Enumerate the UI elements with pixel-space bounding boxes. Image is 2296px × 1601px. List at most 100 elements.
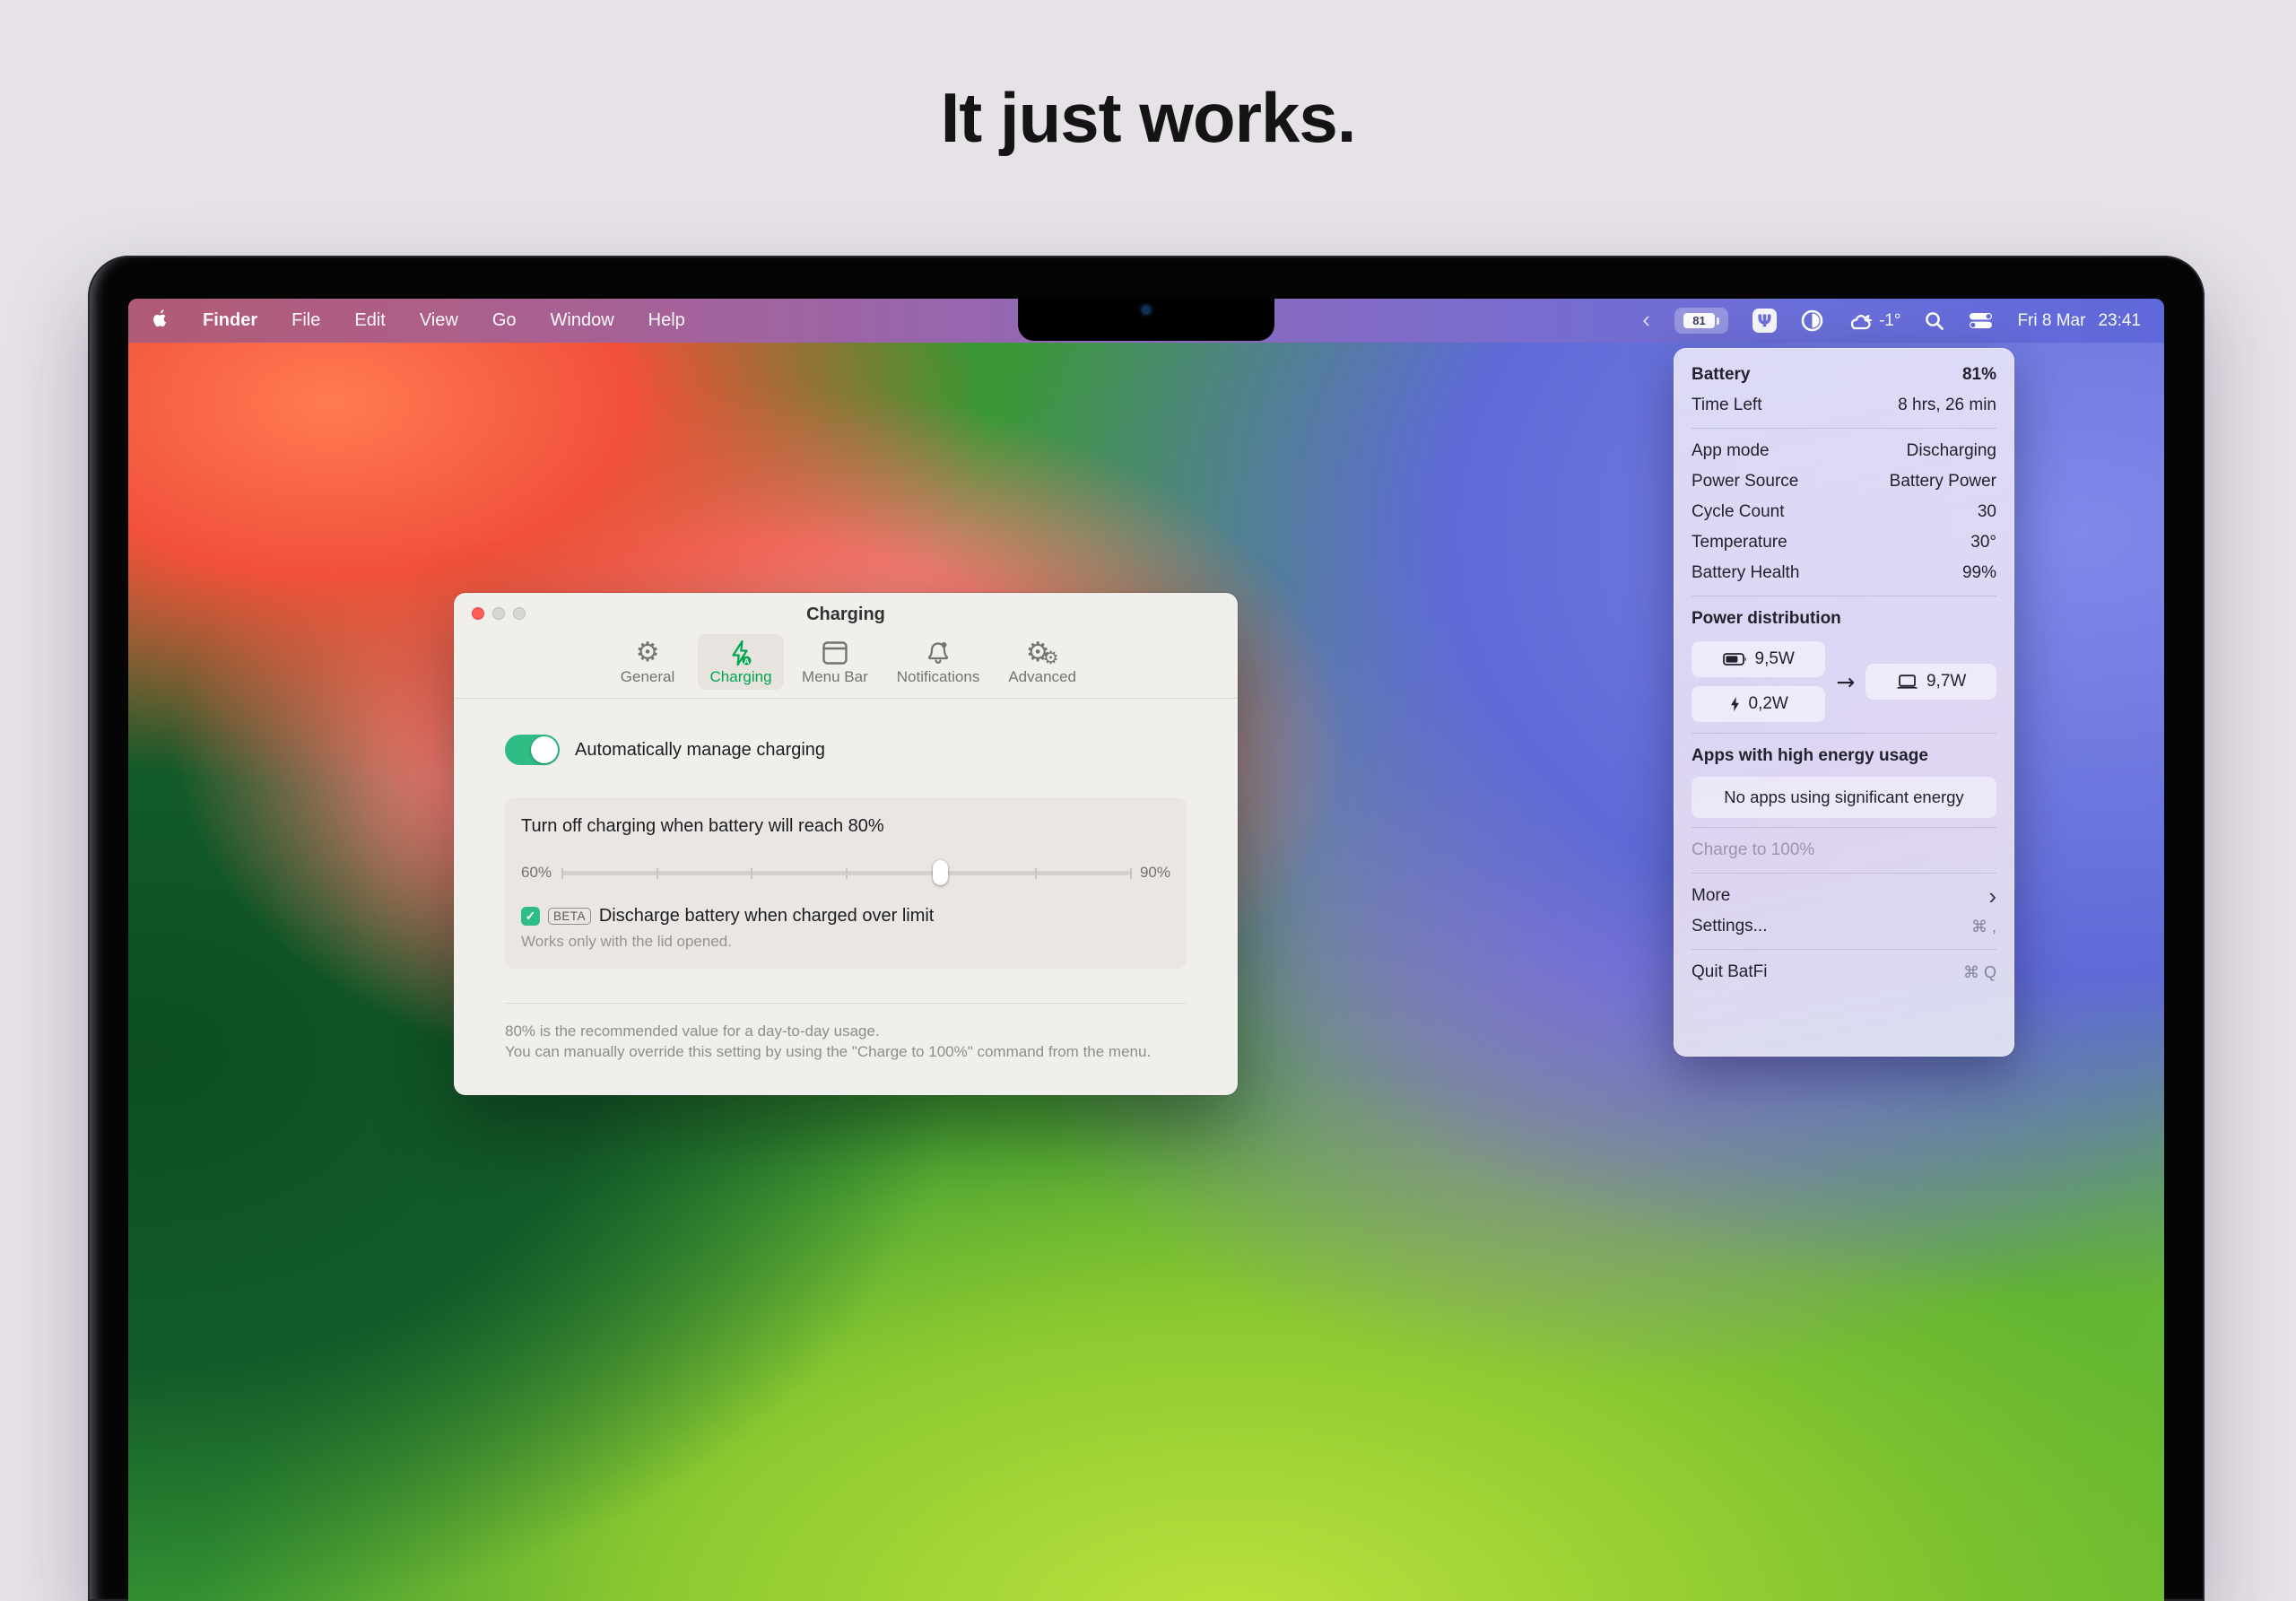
power-distribution-diagram: 9,5W 0,2W → 9,7W xyxy=(1674,634,2014,726)
slider-min-label: 60% xyxy=(521,864,552,881)
menu-item-window[interactable]: Window xyxy=(551,310,614,331)
charging-settings-window: Charging ⚙ General A Charging Menu Bar N… xyxy=(454,593,1238,1095)
apple-menu-icon[interactable] xyxy=(152,308,169,334)
macbook-frame: Finder File Edit View Go Window Help ‹ 8… xyxy=(88,256,2205,1601)
zoom-button[interactable] xyxy=(513,607,526,620)
spotlight-search-icon[interactable] xyxy=(1925,311,1944,331)
beta-badge: BETA xyxy=(548,908,591,925)
menu-bar-clock[interactable]: Fri 8 Mar 23:41 xyxy=(2017,311,2141,331)
menu-item-more[interactable]: More › xyxy=(1674,881,2014,911)
slider-tick xyxy=(751,868,753,879)
auto-manage-charging-label: Automatically manage charging xyxy=(575,739,826,760)
battery-icon xyxy=(1722,653,1746,666)
apps-energy-title: Apps with high energy usage xyxy=(1692,746,1928,765)
camera-icon xyxy=(1142,306,1151,314)
stat-label: App mode xyxy=(1692,441,1770,460)
minimize-button[interactable] xyxy=(492,607,505,620)
discharge-note: Works only with the lid opened. xyxy=(521,933,732,950)
settings-shortcut: ⌘ , xyxy=(1970,917,1996,935)
divider xyxy=(1692,873,1996,874)
slider-max-label: 90% xyxy=(1139,864,1170,881)
bell-icon xyxy=(927,642,949,664)
menu-item-view[interactable]: View xyxy=(420,310,458,331)
battery-icon: 81 xyxy=(1683,313,1715,328)
bolt-icon xyxy=(1730,697,1739,711)
system-watts-badge: 9,7W xyxy=(1866,664,1996,700)
battery-watts-badge: 9,5W xyxy=(1692,641,1826,677)
menu-item-charge-to-100[interactable]: Charge to 100% xyxy=(1674,835,2014,866)
date-label: Fri 8 Mar xyxy=(2017,310,2086,330)
desktop-wallpaper: Finder File Edit View Go Window Help ‹ 8… xyxy=(128,299,2164,1601)
batfi-battery-menu-extra[interactable]: 81 xyxy=(1674,308,1728,334)
chevron-right-icon: › xyxy=(1988,882,1996,909)
charge-limit-title: Turn off charging when battery will reac… xyxy=(521,816,884,836)
menu-item-edit[interactable]: Edit xyxy=(354,310,385,331)
hidden-status-items-chevron-icon[interactable]: ‹ xyxy=(1642,308,1650,331)
tab-notifications[interactable]: Notifications xyxy=(886,634,991,690)
menu-item-help[interactable]: Help xyxy=(648,310,685,331)
stat-row-cycle-count: Cycle Count 30 xyxy=(1674,497,2014,527)
divider xyxy=(1692,428,1996,429)
auto-manage-charging-toggle[interactable] xyxy=(505,735,560,765)
divider xyxy=(454,698,1238,699)
time-left-value: 8 hrs, 26 min xyxy=(1898,396,1996,414)
time-label: 23:41 xyxy=(2098,310,2141,330)
arrow-right-icon: → xyxy=(1836,668,1856,695)
stat-value: Battery Power xyxy=(1889,472,1996,491)
slider-tick xyxy=(561,868,564,879)
apps-energy-header: Apps with high energy usage xyxy=(1674,741,2014,771)
time-left-label: Time Left xyxy=(1692,396,1762,414)
menu-item-settings[interactable]: Settings... ⌘ , xyxy=(1674,911,2014,942)
divider xyxy=(505,1003,1187,1004)
tab-label: Charging xyxy=(709,668,772,685)
tab-general[interactable]: ⚙ General xyxy=(604,634,691,690)
laptop-icon xyxy=(1896,674,1918,689)
stat-value: 30 xyxy=(1977,502,1996,521)
gear-icon: ⚙ xyxy=(635,637,660,668)
tab-label: Notifications xyxy=(896,668,980,685)
tab-menu-bar[interactable]: Menu Bar xyxy=(791,634,879,690)
no-apps-energy-badge: No apps using significant energy xyxy=(1692,777,1996,818)
svg-text:A: A xyxy=(744,657,749,666)
stat-row-app-mode: App mode Discharging xyxy=(1674,436,2014,466)
temperature-reading: -1° xyxy=(1878,310,1901,330)
menu-item-quit-batfi[interactable]: Quit BatFi ⌘ Q xyxy=(1674,957,2014,988)
tab-label: Advanced xyxy=(1008,668,1076,685)
slider-tick xyxy=(1129,868,1132,879)
divider xyxy=(1692,949,1996,950)
stat-label: Temperature xyxy=(1692,533,1787,552)
slider-thumb[interactable] xyxy=(933,860,949,885)
footer-line-2: You can manually override this setting b… xyxy=(505,1042,1152,1060)
footer-line-1: 80% is the recommended value for a day-t… xyxy=(505,1022,880,1040)
contrast-icon[interactable] xyxy=(1801,309,1823,332)
charge-limit-slider[interactable] xyxy=(561,859,1132,886)
weather-status-item[interactable]: -1° xyxy=(1848,310,1901,331)
menu-item-finder[interactable]: Finder xyxy=(203,310,257,331)
tab-charging[interactable]: A Charging xyxy=(698,634,785,690)
cloud-icon xyxy=(1850,314,1872,329)
battery-watts-value: 9,5W xyxy=(1754,649,1795,668)
quit-label: Quit BatFi xyxy=(1692,962,1768,981)
settings-toolbar: ⚙ General A Charging Menu Bar Notificati… xyxy=(454,634,1238,698)
adapter-watts-badge: 0,2W xyxy=(1692,686,1826,722)
stat-value: Discharging xyxy=(1906,441,1996,460)
menu-item-go[interactable]: Go xyxy=(492,310,517,331)
gears-icon-small: ⚙ xyxy=(1042,647,1059,668)
usb-power-icon[interactable]: Ψ xyxy=(1752,309,1777,333)
charging-bolt-icon: A xyxy=(732,640,752,666)
charge-limit-group: Turn off charging when battery will reac… xyxy=(505,797,1187,969)
stat-label: Cycle Count xyxy=(1692,502,1785,521)
tab-advanced[interactable]: ⚙ ⚙ Advanced xyxy=(997,634,1087,690)
discharge-checkbox[interactable]: ✓ xyxy=(521,907,540,926)
menu-item-file[interactable]: File xyxy=(291,310,320,331)
more-label: More xyxy=(1692,886,1731,905)
stat-row-temperature: Temperature 30° xyxy=(1674,527,2014,558)
tab-label: General xyxy=(620,668,675,685)
control-center-icon[interactable] xyxy=(1969,312,1993,329)
stat-label: Battery Health xyxy=(1692,563,1800,582)
close-button[interactable] xyxy=(472,607,484,620)
settings-label: Settings... xyxy=(1692,917,1768,935)
time-left-row: Time Left 8 hrs, 26 min xyxy=(1674,390,2014,421)
discharge-label: Discharge battery when charged over limi… xyxy=(598,906,935,926)
toggle-knob xyxy=(531,736,558,763)
